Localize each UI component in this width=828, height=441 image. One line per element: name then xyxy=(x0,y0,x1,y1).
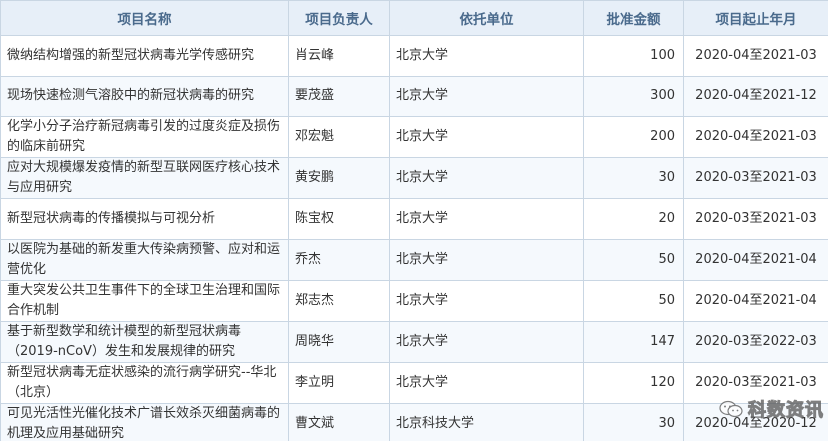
table-row: 重大突发公共卫生事件下的全球卫生治理和国际合作机制 郑志杰 北京大学 50 20… xyxy=(0,279,828,322)
table-row: 微纳结构增强的新型冠状病毒光学传感研究 肖云峰 北京大学 100 2020-04… xyxy=(0,35,828,77)
approved-amount-cell: 50 xyxy=(583,279,684,322)
table-row: 可见光活性光催化技术广谱长效杀灭细菌病毒的机理及应用基础研究 曹文斌 北京科技大… xyxy=(0,402,828,441)
project-name-cell: 新型冠状病毒的传播模拟与可视分析 xyxy=(0,198,289,240)
host-institution-cell: 北京科技大学 xyxy=(389,402,584,441)
host-institution-cell: 北京大学 xyxy=(389,157,584,199)
host-institution-cell: 北京大学 xyxy=(389,238,584,281)
principal-investigator-cell: 李立明 xyxy=(288,361,390,404)
approved-amount-cell: 20 xyxy=(583,198,684,240)
principal-investigator-cell: 黄安鹏 xyxy=(288,157,390,199)
principal-investigator-cell: 要茂盛 xyxy=(288,75,390,117)
table-row: 现场快速检测气溶胶中的新冠状病毒的研究 要茂盛 北京大学 300 2020-04… xyxy=(0,75,828,117)
project-name-cell: 现场快速检测气溶胶中的新冠状病毒的研究 xyxy=(0,75,289,117)
approved-amount-cell: 147 xyxy=(583,320,684,363)
table-header-row: 项目名称 项目负责人 依托单位 批准金额 项目起止年月 xyxy=(0,0,828,36)
project-name-cell: 应对大规模爆发疫情的新型互联网医疗核心技术与应用研究 xyxy=(0,157,289,199)
header-host-institution: 依托单位 xyxy=(389,0,584,36)
host-institution-cell: 北京大学 xyxy=(389,75,584,117)
header-principal-investigator: 项目负责人 xyxy=(288,0,390,36)
header-project-period: 项目起止年月 xyxy=(683,0,828,36)
principal-investigator-cell: 周晓华 xyxy=(288,320,390,363)
watermark-text: 科数资讯 xyxy=(748,400,824,422)
principal-investigator-cell: 曹文斌 xyxy=(288,402,390,441)
host-institution-cell: 北京大学 xyxy=(389,198,584,240)
principal-investigator-cell: 陈宝权 xyxy=(288,198,390,240)
host-institution-cell: 北京大学 xyxy=(389,361,584,404)
principal-investigator-cell: 肖云峰 xyxy=(288,35,390,77)
project-period-cell: 2020-03至2022-03 xyxy=(683,320,828,363)
project-period-cell: 2020-03至2021-03 xyxy=(683,198,828,240)
host-institution-cell: 北京大学 xyxy=(389,320,584,363)
project-name-cell: 可见光活性光催化技术广谱长效杀灭细菌病毒的机理及应用基础研究 xyxy=(0,402,289,441)
table-row: 应对大规模爆发疫情的新型互联网医疗核心技术与应用研究 黄安鹏 北京大学 30 2… xyxy=(0,157,828,199)
project-name-cell: 基于新型数学和统计模型的新型冠状病毒（2019-nCoV）发生和发展规律的研究 xyxy=(0,320,289,363)
approved-amount-cell: 120 xyxy=(583,361,684,404)
approved-amount-cell: 200 xyxy=(583,116,684,158)
table-row: 新型冠状病毒的传播模拟与可视分析 陈宝权 北京大学 20 2020-03至202… xyxy=(0,198,828,240)
principal-investigator-cell: 乔杰 xyxy=(288,238,390,281)
project-period-cell: 2020-04至2021-12 xyxy=(683,75,828,117)
project-name-cell: 以医院为基础的新发重大传染病预警、应对和运营优化 xyxy=(0,238,289,281)
approved-amount-cell: 300 xyxy=(583,75,684,117)
header-approved-amount: 批准金额 xyxy=(583,0,684,36)
principal-investigator-cell: 郑志杰 xyxy=(288,279,390,322)
project-period-cell: 2020-04至2021-03 xyxy=(683,116,828,158)
principal-investigator-cell: 邓宏魁 xyxy=(288,116,390,158)
table-row: 以医院为基础的新发重大传染病预警、应对和运营优化 乔杰 北京大学 50 2020… xyxy=(0,238,828,281)
project-period-cell: 2020-04至2021-04 xyxy=(683,238,828,281)
host-institution-cell: 北京大学 xyxy=(389,35,584,77)
watermark: 科数资讯 xyxy=(718,397,824,422)
project-period-cell: 2020-04至2021-04 xyxy=(683,279,828,322)
project-name-cell: 微纳结构增强的新型冠状病毒光学传感研究 xyxy=(0,35,289,77)
host-institution-cell: 北京大学 xyxy=(389,116,584,158)
project-period-cell: 2020-04至2021-03 xyxy=(683,35,828,77)
project-name-cell: 新型冠状病毒无症状感染的流行病学研究--华北（北京） xyxy=(0,361,289,404)
approved-amount-cell: 30 xyxy=(583,157,684,199)
project-table: 项目名称 项目负责人 依托单位 批准金额 项目起止年月 微纳结构增强的新型冠状病… xyxy=(0,0,828,441)
project-name-cell: 重大突发公共卫生事件下的全球卫生治理和国际合作机制 xyxy=(0,279,289,322)
approved-amount-cell: 30 xyxy=(583,402,684,441)
table-row: 化学小分子治疗新冠病毒引发的过度炎症及损伤的临床前研究 邓宏魁 北京大学 200… xyxy=(0,116,828,158)
wechat-icon xyxy=(719,400,743,418)
approved-amount-cell: 50 xyxy=(583,238,684,281)
table-row: 基于新型数学和统计模型的新型冠状病毒（2019-nCoV）发生和发展规律的研究 … xyxy=(0,320,828,363)
project-period-cell: 2020-03至2021-03 xyxy=(683,157,828,199)
host-institution-cell: 北京大学 xyxy=(389,279,584,322)
project-name-cell: 化学小分子治疗新冠病毒引发的过度炎症及损伤的临床前研究 xyxy=(0,116,289,158)
approved-amount-cell: 100 xyxy=(583,35,684,77)
table-row: 新型冠状病毒无症状感染的流行病学研究--华北（北京） 李立明 北京大学 120 … xyxy=(0,361,828,404)
header-project-name: 项目名称 xyxy=(0,0,289,36)
